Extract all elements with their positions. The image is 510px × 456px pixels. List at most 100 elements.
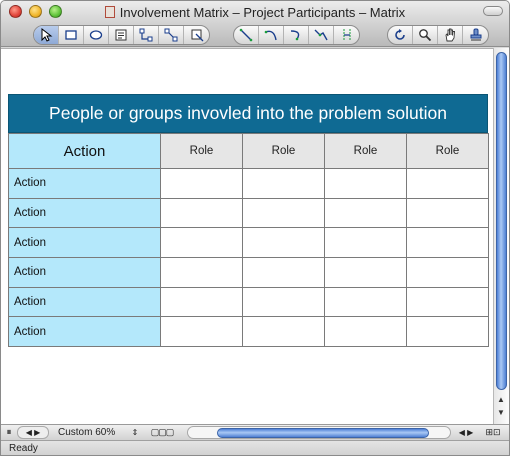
matrix-cell[interactable] (406, 227, 489, 259)
matrix-title[interactable]: People or groups invovled into the probl… (8, 94, 488, 133)
pause-icon[interactable]: ⏸ (5, 426, 13, 439)
role-header[interactable]: Role (324, 133, 407, 169)
matrix-cell[interactable] (242, 227, 325, 259)
toolbar-group-draw (33, 25, 210, 45)
toolbar-group-lines (233, 25, 360, 45)
line-connector-icon (164, 28, 178, 42)
matrix-cell[interactable] (324, 227, 407, 259)
text-block-icon (115, 29, 127, 41)
matrix-cell[interactable] (406, 286, 489, 318)
polyline-tool-button[interactable] (309, 26, 334, 44)
matrix-cell[interactable] (324, 168, 407, 199)
matrix-cell[interactable] (406, 168, 489, 199)
page-nav-buttons[interactable]: ◀ ▶ (17, 426, 49, 439)
crop-tool-button[interactable] (184, 26, 209, 44)
ellipse-icon (89, 30, 103, 40)
action-cell[interactable]: Action (8, 316, 161, 348)
connector-icon (139, 28, 153, 42)
drawing-canvas[interactable]: People or groups invovled into the probl… (1, 48, 493, 424)
matrix-cell[interactable] (160, 168, 243, 199)
role-header[interactable]: Role (160, 133, 243, 169)
vertical-scrollbar[interactable]: ▲ ▼ (493, 48, 509, 424)
curve-tool-button[interactable] (284, 26, 309, 44)
bezier-icon (343, 29, 350, 41)
matrix-cell[interactable] (406, 316, 489, 348)
matrix-cell[interactable] (242, 286, 325, 318)
action-cell[interactable]: Action (8, 227, 161, 259)
stamp-icon (470, 28, 481, 41)
matrix-cell[interactable] (242, 168, 325, 199)
rectangle-tool-button[interactable] (59, 26, 84, 44)
table-row: Action (8, 257, 489, 288)
scroll-left-right-arrows[interactable]: ◀ ▶ (456, 426, 476, 439)
toolbar-toggle-button[interactable] (483, 6, 503, 16)
crop-icon (191, 29, 203, 42)
fit-page-icon[interactable]: ⊞⊡ (481, 426, 505, 439)
matrix-cell[interactable] (160, 227, 243, 259)
zoom-select[interactable]: Custom 60% (58, 427, 136, 438)
arc-tool-button[interactable] (259, 26, 284, 44)
status-text: Ready (9, 443, 38, 454)
matrix-cell[interactable] (242, 257, 325, 288)
matrix-cell[interactable] (160, 257, 243, 288)
matrix-cell[interactable] (242, 316, 325, 348)
line-connector-tool-button[interactable] (159, 26, 184, 44)
text-tool-button[interactable] (109, 26, 134, 44)
matrix-cell[interactable] (242, 197, 325, 229)
select-arrow-icon (41, 28, 53, 42)
matrix-cell[interactable] (324, 286, 407, 318)
role-header[interactable]: Role (406, 133, 489, 169)
action-cell[interactable]: Action (8, 286, 161, 318)
rotate-icon (395, 29, 405, 40)
matrix-cell[interactable] (324, 197, 407, 229)
polyline-icon (314, 29, 328, 41)
app-window: Involvement Matrix – Project Participant… (0, 0, 510, 456)
scroll-down-arrow-icon[interactable]: ▼ (497, 408, 505, 417)
matrix-cell[interactable] (406, 257, 489, 288)
page-view-icons[interactable]: ▢▢▢ (145, 426, 179, 439)
table-row: Action (8, 316, 489, 348)
bottom-bar: ⏸ ◀ ▶ Custom 60% ⇕ ▢▢▢ ◀ ▶ ⊞⊡ (1, 424, 509, 440)
straight-line-icon (239, 28, 253, 42)
matrix-cell[interactable] (160, 197, 243, 229)
corner-action-label[interactable]: Action (8, 133, 161, 169)
table-row: Action (8, 227, 489, 259)
matrix-cell[interactable] (406, 197, 489, 229)
scroll-up-arrow-icon[interactable]: ▲ (497, 395, 505, 404)
table-row: Action (8, 286, 489, 318)
zoom-icon (419, 29, 432, 42)
action-cell[interactable]: Action (8, 257, 161, 288)
role-header[interactable]: Role (242, 133, 325, 169)
action-cell[interactable]: Action (8, 197, 161, 229)
action-cell[interactable]: Action (8, 168, 161, 199)
header-row: Action Role Role Role Role (8, 133, 489, 169)
matrix-cell[interactable] (160, 286, 243, 318)
table-row: Action (8, 168, 489, 199)
curve-icon (290, 30, 300, 41)
table-row: Action (8, 197, 489, 229)
window-title: Involvement Matrix – Project Participant… (119, 5, 406, 20)
vertical-scroll-thumb[interactable] (496, 52, 507, 390)
zoom-button[interactable] (413, 26, 438, 44)
matrix-grid: Action Role Role Role Role Action Action (8, 133, 489, 348)
pan-button[interactable] (438, 26, 463, 44)
ellipse-tool-button[interactable] (84, 26, 109, 44)
bezier-tool-button[interactable] (334, 26, 359, 44)
select-tool-button[interactable] (34, 26, 59, 44)
matrix-cell[interactable] (324, 257, 407, 288)
straight-line-tool-button[interactable] (234, 26, 259, 44)
zoom-stepper-icon[interactable]: ⇕ (131, 426, 139, 439)
connector-tool-button[interactable] (134, 26, 159, 44)
involvement-matrix[interactable]: People or groups invovled into the probl… (8, 94, 489, 348)
rectangle-icon (65, 30, 77, 40)
horizontal-scroll-thumb[interactable] (217, 428, 429, 438)
hand-pan-icon (445, 28, 455, 42)
document-icon (104, 6, 115, 18)
toolbar (1, 23, 509, 47)
stamp-button[interactable] (463, 26, 488, 44)
toolbar-group-view (387, 25, 489, 45)
window-title-wrap: Involvement Matrix – Project Participant… (1, 5, 509, 20)
matrix-cell[interactable] (324, 316, 407, 348)
matrix-cell[interactable] (160, 316, 243, 348)
rotate-button[interactable] (388, 26, 413, 44)
